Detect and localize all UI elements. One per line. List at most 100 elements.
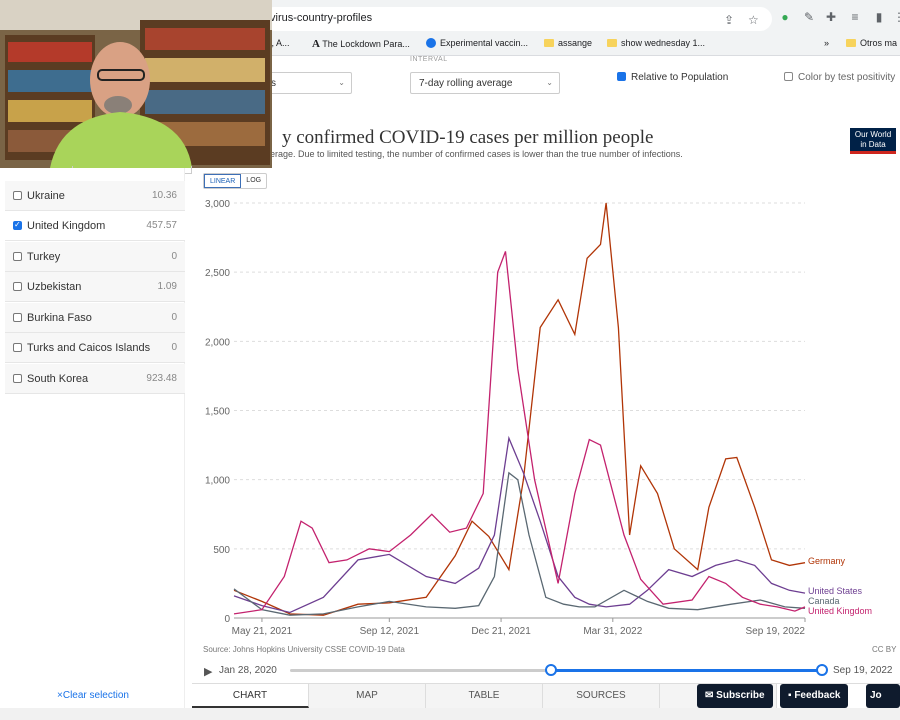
series-line xyxy=(233,435,806,614)
logo-line: in Data xyxy=(860,140,886,149)
subscribe-label: Subscribe xyxy=(716,690,765,701)
checkbox-icon[interactable] xyxy=(13,252,22,261)
bookmark-item[interactable]: assange xyxy=(544,38,592,48)
scale-log-button[interactable]: LOG xyxy=(241,174,266,188)
timeline-track[interactable] xyxy=(290,664,828,676)
y-tick-label: 2,500 xyxy=(205,268,230,279)
timeline-end-label: Sep 19, 2022 xyxy=(833,665,893,676)
timeline-end-handle[interactable] xyxy=(816,664,828,676)
chart-controls: s ⌄ INTERVAL 7-day rolling average ⌄ Rel… xyxy=(262,56,900,104)
bookmark-label: Otros ma xyxy=(860,38,898,48)
country-row[interactable]: United Kingdom 457.57 xyxy=(5,211,185,241)
scale-linear-button[interactable]: LINEAR xyxy=(204,174,242,188)
atlantic-icon: A xyxy=(312,38,320,50)
bookmark-item[interactable]: A The Lockdown Para... xyxy=(312,38,410,50)
checkbox-checked-icon[interactable] xyxy=(13,220,22,230)
folder-icon xyxy=(846,39,856,47)
country-sidebar: Ukraine 10.36 United Kingdom 457.57 Turk… xyxy=(5,168,185,708)
license-label[interactable]: CC BY xyxy=(872,645,896,654)
tab-map[interactable]: MAP xyxy=(309,684,426,708)
webcam-overlay xyxy=(0,0,272,168)
clear-selection-link[interactable]: ×Clear selection xyxy=(57,690,129,701)
relative-population-label: Relative to Population xyxy=(631,72,729,83)
mail-icon: ✉ xyxy=(705,690,714,701)
bookmark-item[interactable]: Experimental vaccin... xyxy=(426,38,528,48)
folder-icon xyxy=(607,39,617,47)
country-row[interactable]: Uzbekistan 1.09 xyxy=(5,272,185,302)
media-icon[interactable]: ≡ xyxy=(846,8,864,26)
series-label: United Kingdom xyxy=(808,606,872,616)
feedback-button[interactable]: ▪ Feedback xyxy=(780,684,849,708)
un-icon xyxy=(426,38,436,48)
owid-logo[interactable]: Our World in Data xyxy=(850,128,896,154)
country-value: 1.09 xyxy=(157,281,177,292)
chart-subtitle: erage. Due to limited testing, the numbe… xyxy=(270,149,683,159)
country-value: 923.48 xyxy=(146,373,177,384)
bookmark-label: Experimental vaccin... xyxy=(440,38,529,48)
play-icon[interactable]: ▶ xyxy=(204,665,212,678)
country-value: 0 xyxy=(171,312,177,323)
checkbox-icon[interactable] xyxy=(13,191,22,200)
chart-title: y confirmed COVID-19 cases per million p… xyxy=(282,127,654,148)
share-icon[interactable]: ⇪ xyxy=(724,13,734,27)
star-icon[interactable]: ☆ xyxy=(748,13,759,27)
country-name: Turks and Caicos Islands xyxy=(27,342,151,354)
checkbox-icon[interactable] xyxy=(13,343,22,352)
url-text: virus-country-profiles xyxy=(270,12,373,24)
country-row[interactable]: Burkina Faso 0 xyxy=(5,303,185,333)
grammarly-icon[interactable]: ● xyxy=(776,8,794,26)
chat-icon: ▪ xyxy=(788,690,792,701)
line-chart[interactable]: 0 500 1,000 1,500 2,000 2,500 3,000 May 21, 202… xyxy=(192,190,900,640)
y-tick-label: 500 xyxy=(213,545,230,556)
interval-label: INTERVAL xyxy=(410,56,448,63)
relative-population-checkbox[interactable]: Relative to Population xyxy=(617,72,728,83)
extensions-icon[interactable]: ✚ xyxy=(822,8,840,26)
sidepanel-icon[interactable]: ▮ xyxy=(870,8,888,26)
checkbox-icon[interactable] xyxy=(13,282,22,291)
country-value: 10.36 xyxy=(151,190,177,201)
chevron-down-icon: ⌄ xyxy=(338,78,345,87)
y-tick-label: 1,500 xyxy=(205,407,230,418)
menu-icon[interactable]: ⋮ xyxy=(890,8,900,26)
tab-chart[interactable]: CHART xyxy=(192,684,309,708)
address-bar[interactable]: virus-country-profiles ⇪ ☆ xyxy=(262,7,772,31)
country-value: 0 xyxy=(171,342,177,353)
color-test-positivity-checkbox[interactable]: Color by test positivity xyxy=(784,72,895,83)
bookmark-item[interactable]: Otros ma xyxy=(846,38,897,48)
checkbox-icon[interactable] xyxy=(13,374,22,383)
country-row[interactable]: Turkey 0 xyxy=(5,242,185,272)
subscribe-button[interactable]: ✉ Subscribe xyxy=(697,684,773,708)
bookmark-item[interactable]: show wednesday 1... xyxy=(607,38,705,48)
status-strip xyxy=(0,708,900,720)
scale-toggle[interactable]: LINEAR LOG xyxy=(203,173,268,189)
country-name: South Korea xyxy=(27,373,89,385)
tab-table[interactable]: TABLE xyxy=(426,684,543,708)
metric-select[interactable]: s ⌄ xyxy=(262,72,352,94)
x-tick-label: May 21, 2021 xyxy=(232,626,293,637)
chart-source[interactable]: Source: Johns Hopkins University CSSE CO… xyxy=(203,645,405,654)
pen-icon[interactable]: ✎ xyxy=(800,8,818,26)
timeline-start-handle[interactable] xyxy=(544,664,557,676)
country-row[interactable]: South Korea 923.48 xyxy=(5,364,185,394)
country-row[interactable]: Turks and Caicos Islands 0 xyxy=(5,333,185,363)
country-name: Uzbekistan xyxy=(27,281,82,293)
timeline-start-label: Jan 28, 2020 xyxy=(219,665,277,676)
bookmarks-overflow[interactable]: » xyxy=(824,38,829,48)
country-row[interactable]: Ukraine 10.36 xyxy=(5,181,185,211)
interval-select[interactable]: 7-day rolling average ⌄ xyxy=(410,72,560,94)
country-name: Ukraine xyxy=(27,190,65,202)
join-button[interactable]: Jo xyxy=(866,684,900,708)
y-tick-label: 0 xyxy=(224,614,230,625)
folder-icon xyxy=(544,39,554,47)
x-tick-label: Mar 31, 2022 xyxy=(583,626,642,637)
series-label: United States xyxy=(808,586,863,596)
tab-sources[interactable]: SOURCES xyxy=(543,684,660,708)
x-tick-label: Dec 21, 2021 xyxy=(471,626,531,637)
bookmark-label: The Lockdown Para... xyxy=(322,39,410,49)
series-label: Canada xyxy=(808,596,840,606)
color-test-positivity-label: Color by test positivity xyxy=(798,72,896,83)
checkbox-icon[interactable] xyxy=(13,313,22,322)
feedback-label: Feedback xyxy=(794,690,841,701)
timeline: ▶ Jan 28, 2020 Sep 19, 2022 xyxy=(192,660,900,682)
country-name: Turkey xyxy=(27,251,61,263)
